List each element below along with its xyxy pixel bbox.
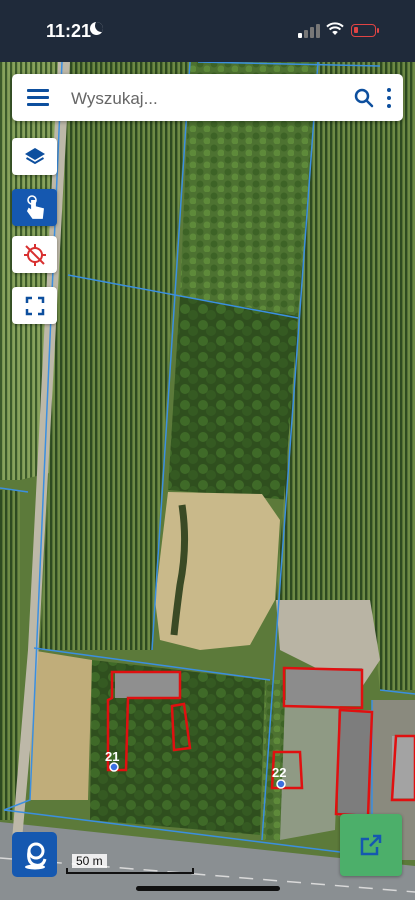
- plot-label-22: 22: [272, 765, 286, 780]
- open-external-icon: [360, 834, 382, 856]
- geoportal-logo-icon: [24, 842, 46, 869]
- status-time: 11:21: [46, 21, 92, 41]
- moon-icon: [90, 22, 103, 35]
- fullscreen-icon: [25, 296, 44, 315]
- open-external-button[interactable]: [340, 814, 402, 876]
- more-icon[interactable]: [386, 88, 392, 108]
- roof-left: [115, 672, 180, 698]
- orchard-field-far-left: [0, 490, 20, 820]
- scale-bar: 50 m: [66, 854, 194, 874]
- touch-mode-button[interactable]: [12, 189, 57, 226]
- location-off-icon: [23, 243, 46, 266]
- roof-right: [338, 710, 372, 816]
- signal-icon: [298, 24, 320, 38]
- search-input[interactable]: [69, 84, 333, 113]
- location-button[interactable]: [12, 236, 57, 273]
- wifi-icon: [326, 22, 344, 35]
- search-icon[interactable]: [354, 88, 374, 108]
- battery-icon: [351, 24, 379, 37]
- touch-icon: [26, 194, 44, 219]
- layers-button[interactable]: [12, 138, 57, 175]
- roof-center: [286, 668, 362, 706]
- geoportal-logo-button[interactable]: [12, 832, 57, 877]
- tree-field: [168, 296, 298, 500]
- plot-label-21: 21: [105, 749, 119, 764]
- menu-icon[interactable]: [27, 89, 49, 107]
- farm-yard: [280, 700, 340, 840]
- layers-icon: [24, 147, 45, 164]
- search-bar: [12, 74, 403, 121]
- satellite-map[interactable]: 21 22: [0, 62, 415, 900]
- scale-label: 50 m: [72, 854, 107, 868]
- status-bar: 11:21: [0, 0, 415, 62]
- grass-lot: [30, 650, 92, 800]
- scale-line: [66, 868, 194, 874]
- fullscreen-button[interactable]: [12, 287, 57, 324]
- home-indicator[interactable]: [136, 886, 280, 891]
